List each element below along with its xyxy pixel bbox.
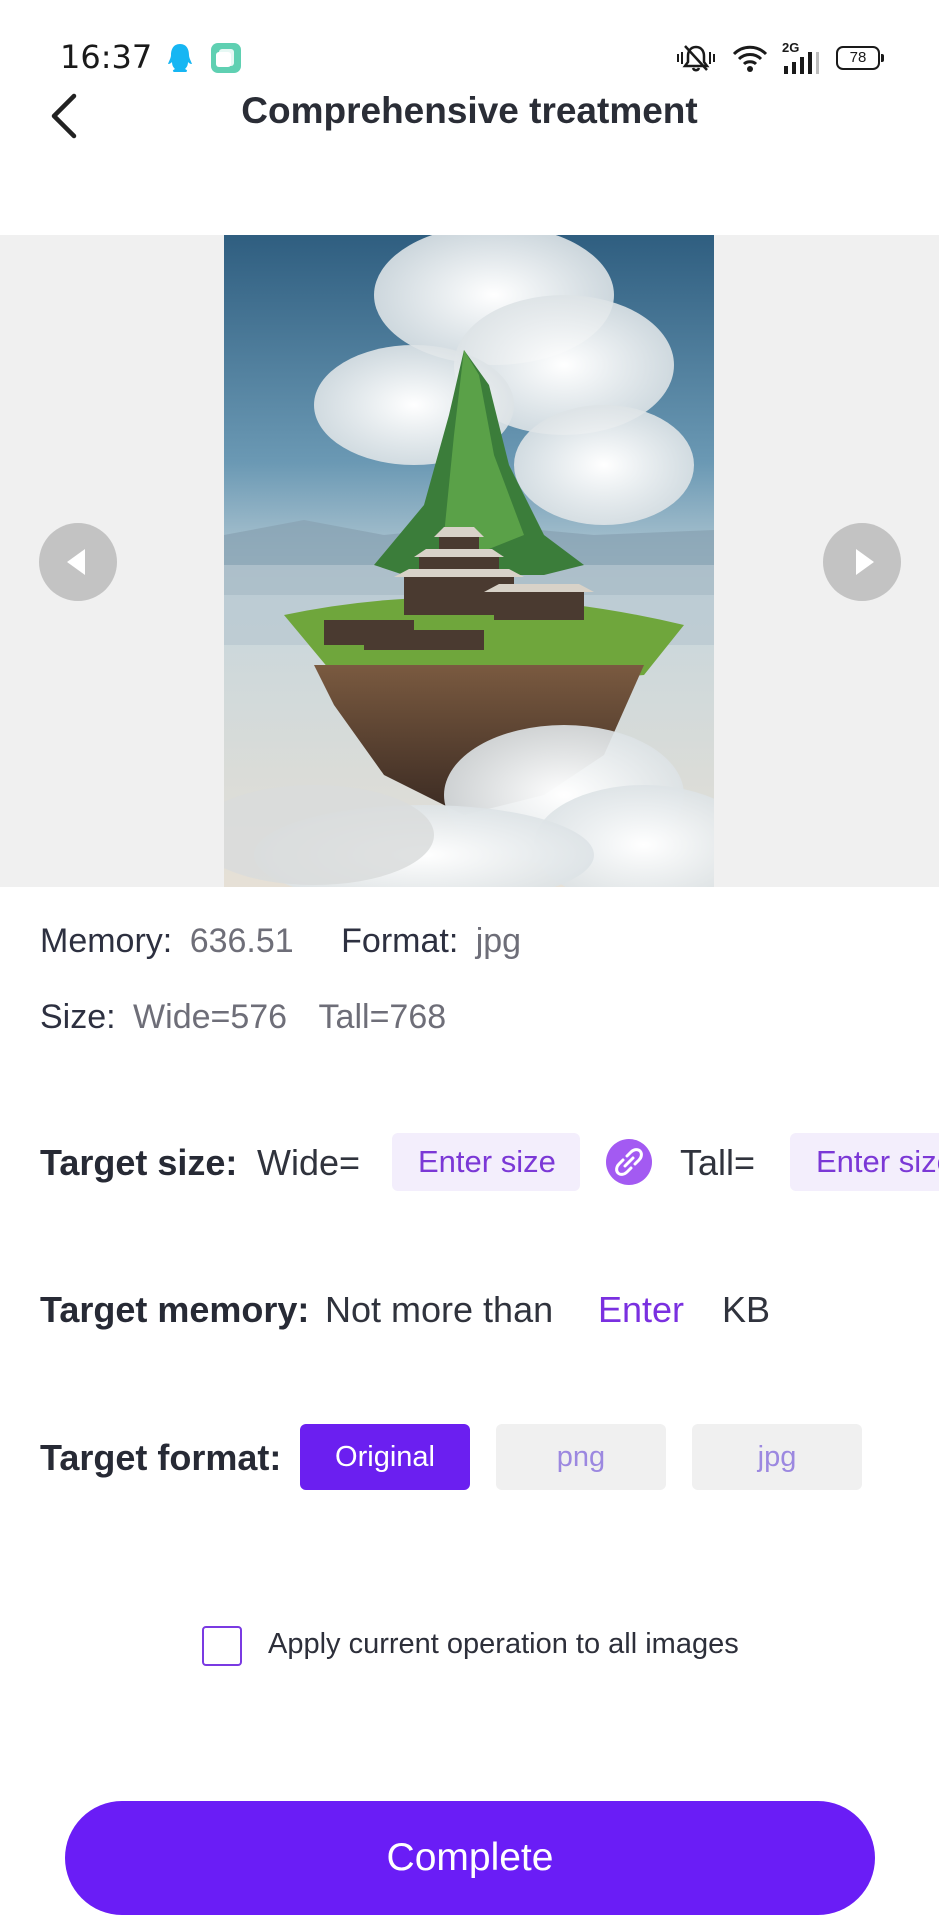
- memory-value: 636.51: [189, 922, 294, 960]
- page-title: Comprehensive treatment: [241, 90, 698, 131]
- status-time: 16:37: [60, 38, 153, 76]
- format-option-original[interactable]: Original: [300, 1424, 470, 1490]
- status-bar: 16:37 2G 78: [0, 0, 939, 100]
- image-info-row: Memory: 636.51 Format: jpg: [40, 922, 521, 961]
- tall-value: Tall=768: [318, 998, 447, 1036]
- mute-icon: [677, 45, 715, 72]
- image-preview-area: [0, 235, 939, 887]
- wide-value: Wide=576: [133, 998, 288, 1036]
- triangle-left-icon: [67, 549, 85, 575]
- preview-image: [224, 235, 714, 887]
- format-option-png[interactable]: png: [496, 1424, 666, 1490]
- memory-label: Memory:: [40, 922, 173, 960]
- signal-icon: [784, 52, 819, 74]
- qq-icon: [168, 44, 192, 72]
- target-memory-label: Target memory:: [40, 1289, 310, 1330]
- target-size-label: Target size:: [40, 1142, 238, 1183]
- target-wide-input[interactable]: Enter size: [392, 1133, 580, 1191]
- format-value: jpg: [475, 922, 522, 960]
- wifi-icon: [732, 45, 768, 72]
- target-wide-label: Wide=: [257, 1142, 361, 1183]
- battery-icon: 78: [836, 46, 884, 70]
- target-memory-input[interactable]: Enter: [598, 1289, 684, 1331]
- battery-level: 78: [849, 49, 867, 66]
- format-label: Format:: [341, 922, 459, 960]
- app-icon: [211, 43, 241, 73]
- previous-image-button[interactable]: [39, 523, 117, 601]
- target-format-label: Target format:: [40, 1437, 282, 1478]
- format-option-jpg[interactable]: jpg: [692, 1424, 862, 1490]
- target-tall-input[interactable]: Enter size: [790, 1133, 939, 1191]
- memory-unit-label: KB: [722, 1289, 771, 1330]
- not-more-than-label: Not more than: [325, 1289, 554, 1330]
- image-size-row: Size: Wide=576 Tall=768: [40, 998, 446, 1037]
- size-label: Size:: [40, 998, 116, 1036]
- apply-all-checkbox[interactable]: [202, 1626, 242, 1666]
- apply-all-label: Apply current operation to all images: [268, 1628, 739, 1660]
- next-image-button[interactable]: [823, 523, 901, 601]
- complete-button[interactable]: Complete: [65, 1801, 875, 1915]
- triangle-right-icon: [856, 549, 874, 575]
- link-icon: [615, 1148, 643, 1176]
- target-tall-label: Tall=: [680, 1142, 756, 1183]
- link-aspect-button[interactable]: [606, 1139, 652, 1185]
